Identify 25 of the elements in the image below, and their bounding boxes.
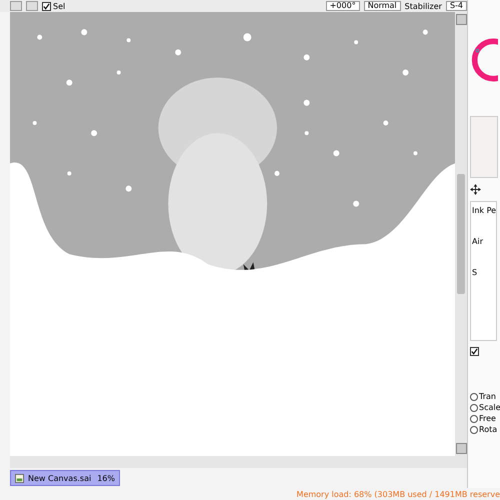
- document-tab[interactable]: New Canvas.sai 16%: [10, 470, 120, 486]
- blend-mode-dropdown[interactable]: Normal: [364, 1, 401, 11]
- checkbox-label: Sel: [53, 2, 66, 10]
- radio-button[interactable]: [470, 392, 478, 400]
- selection-checkbox[interactable]: [42, 2, 51, 10]
- radio-label: Tran: [479, 392, 496, 401]
- brush-item[interactable]: S: [472, 268, 495, 277]
- horizontal-scrollbar[interactable]: [10, 456, 467, 468]
- radio-label: Rota: [479, 425, 498, 434]
- brush-item[interactable]: Air: [472, 237, 495, 246]
- radio-label: Free: [479, 414, 496, 423]
- radio-label: Scale: [479, 403, 500, 412]
- vertical-scrollbar[interactable]: [455, 12, 467, 456]
- image-file-icon: [15, 474, 24, 482]
- move-icon[interactable]: [470, 184, 481, 195]
- radio-button[interactable]: [470, 426, 478, 434]
- memory-status-text: Memory load: 68% (303MB used / 1491MB reserve: [296, 490, 500, 498]
- radio-button[interactable]: [470, 414, 478, 422]
- option-checkbox[interactable]: [470, 347, 479, 356]
- brush-item[interactable]: Ink Pe: [472, 206, 495, 215]
- color-swatch-panel[interactable]: [470, 116, 498, 178]
- rotation-field[interactable]: +000°: [326, 1, 360, 11]
- stabilizer-dropdown[interactable]: S-4: [446, 1, 467, 11]
- stabilizer-label: Stabilizer: [404, 2, 442, 10]
- radio-button[interactable]: [470, 404, 478, 412]
